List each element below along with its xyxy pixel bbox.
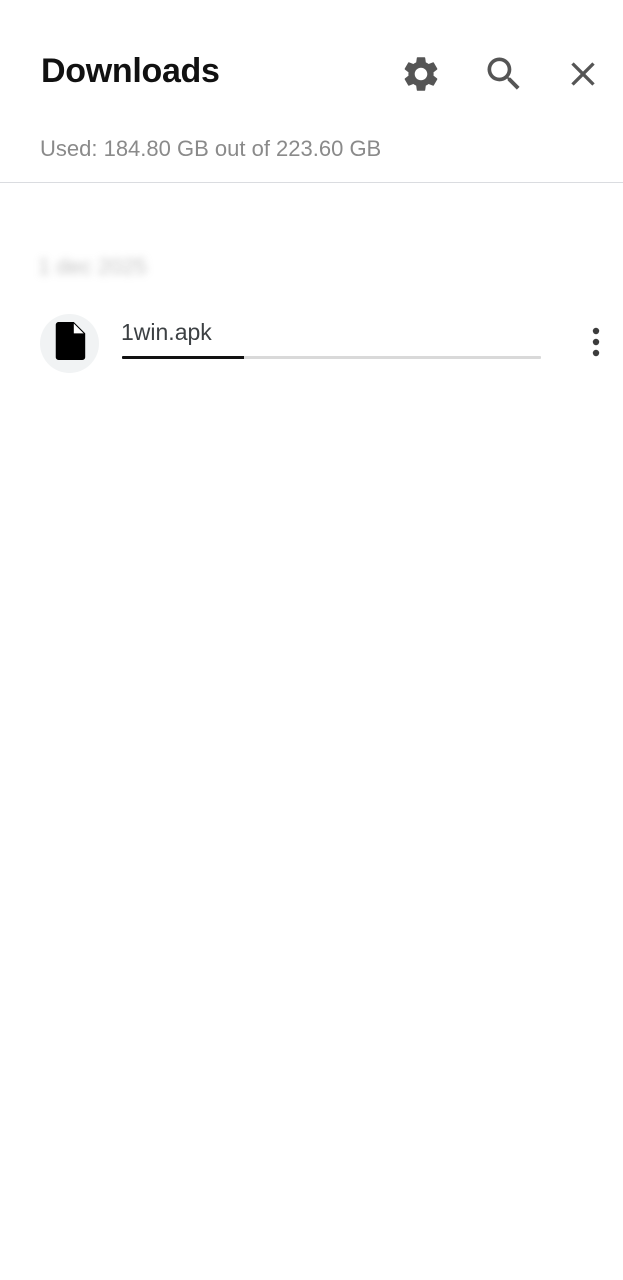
- page-title: Downloads: [41, 52, 220, 90]
- gear-icon: [400, 53, 442, 95]
- file-name: 1win.apk: [121, 319, 212, 345]
- downloads-header: Downloads Used: 184.80 GB out of 223.60 …: [0, 0, 623, 183]
- storage-usage-text: Used: 184.80 GB out of 223.60 GB: [40, 136, 382, 161]
- date-group-header: 1 dec 2025: [38, 254, 147, 279]
- close-icon: [563, 54, 603, 94]
- close-button[interactable]: [559, 50, 607, 98]
- download-progress-bar: [122, 356, 541, 359]
- download-progress-fill: [122, 356, 244, 359]
- more-vert-icon: [591, 327, 601, 362]
- download-item[interactable]: 1win.apk: [0, 300, 623, 390]
- settings-button[interactable]: [397, 50, 445, 98]
- more-options-button[interactable]: [578, 322, 614, 366]
- file-icon-container: [40, 314, 99, 373]
- search-button[interactable]: [480, 50, 528, 98]
- file-icon: [54, 322, 86, 365]
- search-icon: [482, 52, 526, 96]
